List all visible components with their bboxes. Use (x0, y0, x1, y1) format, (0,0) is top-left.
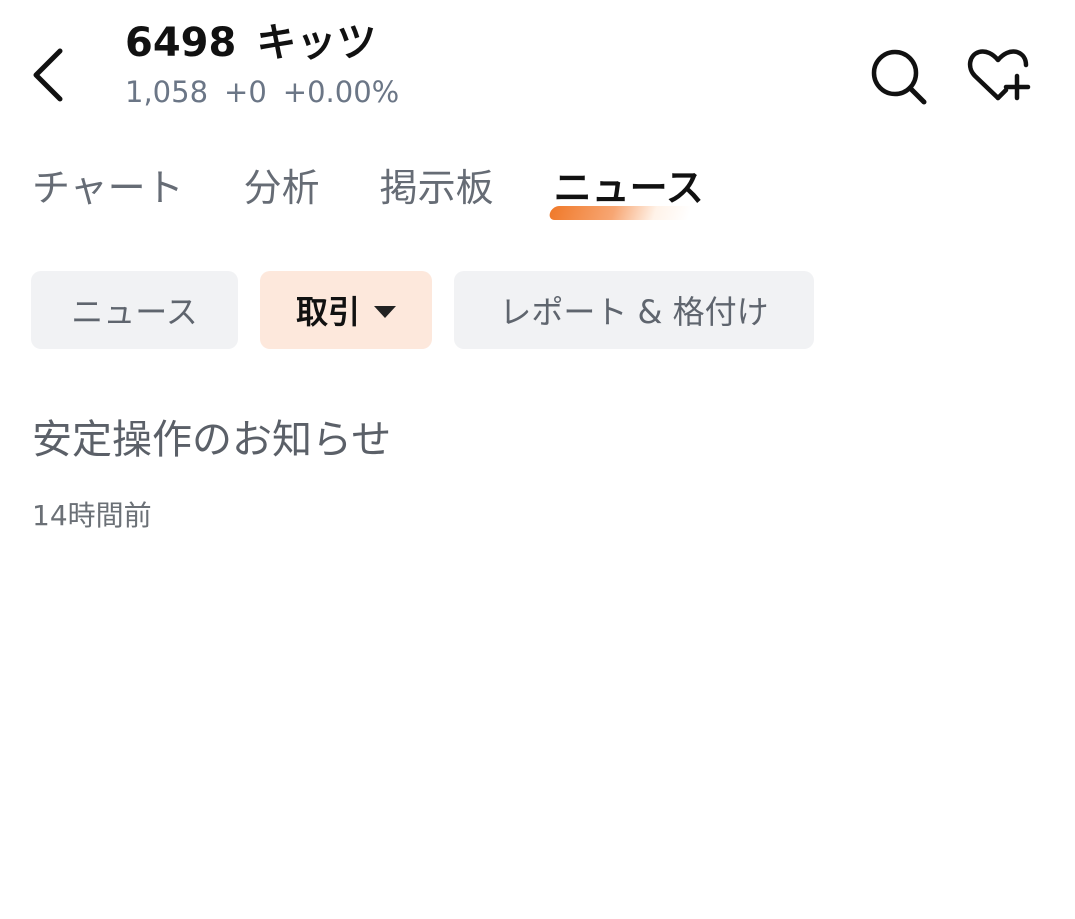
back-button[interactable] (22, 42, 74, 108)
stock-title-block: 6498 キッツ 1,058 +0 +0.00% (125, 18, 399, 112)
stock-title: 6498 キッツ (125, 18, 399, 68)
news-title: 安定操作のお知らせ (32, 417, 392, 463)
caret-down-icon (374, 306, 397, 318)
news-item[interactable]: 安定操作のお知らせ 14時間前 (32, 408, 1042, 534)
filter-chip-label: レポート & 格付け (499, 293, 769, 331)
app-header: 6498 キッツ 1,058 +0 +0.00% (0, 0, 1075, 130)
search-icon (871, 49, 927, 105)
filter-chip-trading[interactable]: 取引 (260, 271, 432, 349)
tab-board[interactable]: 掲示板 (380, 160, 494, 216)
tab-label: ニュース (553, 166, 704, 210)
stock-price: 1,058 (125, 75, 209, 109)
stock-change-percent: +0.00% (282, 75, 400, 109)
tab-label: 掲示板 (379, 166, 494, 210)
news-filter-chips: ニュース 取引 レポート & 格付け (31, 271, 814, 349)
news-timestamp: 14時間前 (32, 499, 152, 532)
stock-code: 6498 (125, 20, 237, 66)
filter-chip-label: 取引 (296, 293, 361, 331)
stock-quote: 1,058 +0 +0.00% (125, 72, 399, 112)
stock-detail-tabs: チャート 分析 掲示板 ニュース (32, 160, 704, 220)
heart-plus-icon (967, 49, 1031, 101)
tab-label: 分析 (243, 166, 320, 210)
chevron-left-icon (33, 48, 63, 102)
tab-label: チャート (32, 166, 184, 210)
tab-chart[interactable]: チャート (32, 160, 184, 216)
filter-chip-label: ニュース (71, 293, 198, 331)
filter-chip-reports-ratings[interactable]: レポート & 格付け (454, 271, 814, 349)
stock-change: +0 (224, 75, 267, 109)
news-list: 安定操作のお知らせ 14時間前 (32, 408, 1042, 534)
stock-name: キッツ (256, 20, 377, 66)
tab-news[interactable]: ニュース (547, 160, 704, 220)
filter-chip-news[interactable]: ニュース (31, 271, 238, 349)
tab-analysis[interactable]: 分析 (244, 160, 320, 216)
search-button[interactable] (864, 42, 932, 110)
add-to-watchlist-button[interactable] (964, 42, 1032, 110)
